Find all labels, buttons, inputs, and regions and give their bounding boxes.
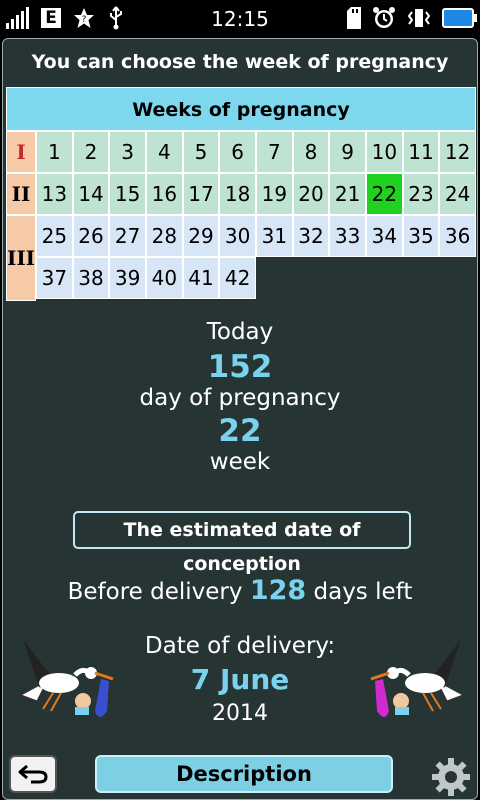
trimester-label: III bbox=[6, 215, 36, 301]
battery-icon bbox=[442, 8, 477, 28]
status-bar: E ? 12:15 bbox=[0, 0, 480, 38]
week-number: 22 bbox=[218, 413, 262, 449]
week-cell-26[interactable]: 26 bbox=[72, 215, 110, 257]
week-cell-20[interactable]: 20 bbox=[292, 173, 330, 215]
week-cell-18[interactable]: 18 bbox=[219, 173, 256, 215]
week-cell-22[interactable]: 22 bbox=[366, 173, 403, 215]
week-cell-13[interactable]: 13 bbox=[36, 173, 73, 215]
today-label: Today bbox=[206, 319, 274, 345]
week-cell-36[interactable]: 36 bbox=[439, 215, 476, 257]
stork-girl-icon bbox=[370, 639, 465, 717]
before-delivery-suffix: days left bbox=[313, 579, 413, 605]
instruction-text: You can choose the week of pregnancy bbox=[31, 51, 449, 73]
week-cell-10[interactable]: 10 bbox=[366, 131, 403, 173]
weeks-grid-title: Weeks of pregnancy bbox=[6, 87, 476, 131]
week-cell-33[interactable]: 33 bbox=[329, 215, 366, 257]
vibrate-icon bbox=[407, 9, 431, 27]
week-cell-32[interactable]: 32 bbox=[292, 215, 330, 257]
main-panel: You can choose the week of pregnancy Wee… bbox=[2, 38, 478, 800]
week-cell-39[interactable]: 39 bbox=[109, 257, 146, 299]
week-cell-14[interactable]: 14 bbox=[72, 173, 110, 215]
week-cell-24[interactable]: 24 bbox=[439, 173, 476, 215]
week-cell-29[interactable]: 29 bbox=[182, 215, 220, 257]
week-cell-1[interactable]: 1 bbox=[36, 131, 73, 173]
week-cell-16[interactable]: 16 bbox=[146, 173, 183, 215]
week-label: week bbox=[209, 449, 271, 475]
alarm-icon bbox=[373, 7, 395, 28]
description-button[interactable]: Description bbox=[95, 755, 393, 793]
before-delivery-prefix: Before delivery bbox=[67, 579, 243, 605]
day-number: 152 bbox=[207, 349, 273, 385]
trimester-label: I bbox=[6, 131, 36, 173]
week-cell-8[interactable]: 8 bbox=[292, 131, 330, 173]
stork-boy-icon bbox=[19, 639, 114, 717]
week-cell-9[interactable]: 9 bbox=[329, 131, 366, 173]
week-cell-6[interactable]: 6 bbox=[219, 131, 256, 173]
days-left-number: 128 bbox=[249, 575, 307, 606]
week-cell-11[interactable]: 11 bbox=[402, 131, 440, 173]
week-cell-34[interactable]: 34 bbox=[366, 215, 403, 257]
week-cell-41[interactable]: 41 bbox=[182, 257, 220, 299]
week-cell-35[interactable]: 35 bbox=[402, 215, 440, 257]
week-cell-42[interactable]: 42 bbox=[219, 257, 256, 299]
week-cell-3[interactable]: 3 bbox=[109, 131, 146, 173]
week-cell-28[interactable]: 28 bbox=[146, 215, 183, 257]
week-cell-17[interactable]: 17 bbox=[182, 173, 220, 215]
week-cell-27[interactable]: 27 bbox=[109, 215, 146, 257]
back-icon bbox=[18, 764, 48, 784]
week-cell-23[interactable]: 23 bbox=[402, 173, 440, 215]
week-cell-25[interactable]: 25 bbox=[36, 215, 73, 257]
week-cell-12[interactable]: 12 bbox=[439, 131, 476, 173]
back-button[interactable] bbox=[9, 755, 57, 793]
week-cell-5[interactable]: 5 bbox=[182, 131, 220, 173]
week-cell-4[interactable]: 4 bbox=[146, 131, 183, 173]
week-cell-30[interactable]: 30 bbox=[219, 215, 256, 257]
sd-card-icon bbox=[347, 7, 361, 29]
week-cell-40[interactable]: 40 bbox=[146, 257, 183, 299]
gear-icon[interactable] bbox=[431, 757, 471, 797]
week-cell-19[interactable]: 19 bbox=[256, 173, 293, 215]
week-cell-21[interactable]: 21 bbox=[329, 173, 366, 215]
week-cell-7[interactable]: 7 bbox=[256, 131, 293, 173]
trimester-label: II bbox=[6, 173, 36, 215]
week-cell-31[interactable]: 31 bbox=[256, 215, 293, 257]
week-cell-38[interactable]: 38 bbox=[72, 257, 110, 299]
day-label: day of pregnancy bbox=[139, 385, 341, 411]
week-cell-37[interactable]: 37 bbox=[36, 257, 73, 299]
week-cell-2[interactable]: 2 bbox=[72, 131, 110, 173]
week-cell-15[interactable]: 15 bbox=[109, 173, 146, 215]
conception-date-button[interactable]: The estimated date of conception bbox=[73, 511, 411, 575]
before-delivery-text: Before delivery 128 days left bbox=[3, 575, 477, 606]
